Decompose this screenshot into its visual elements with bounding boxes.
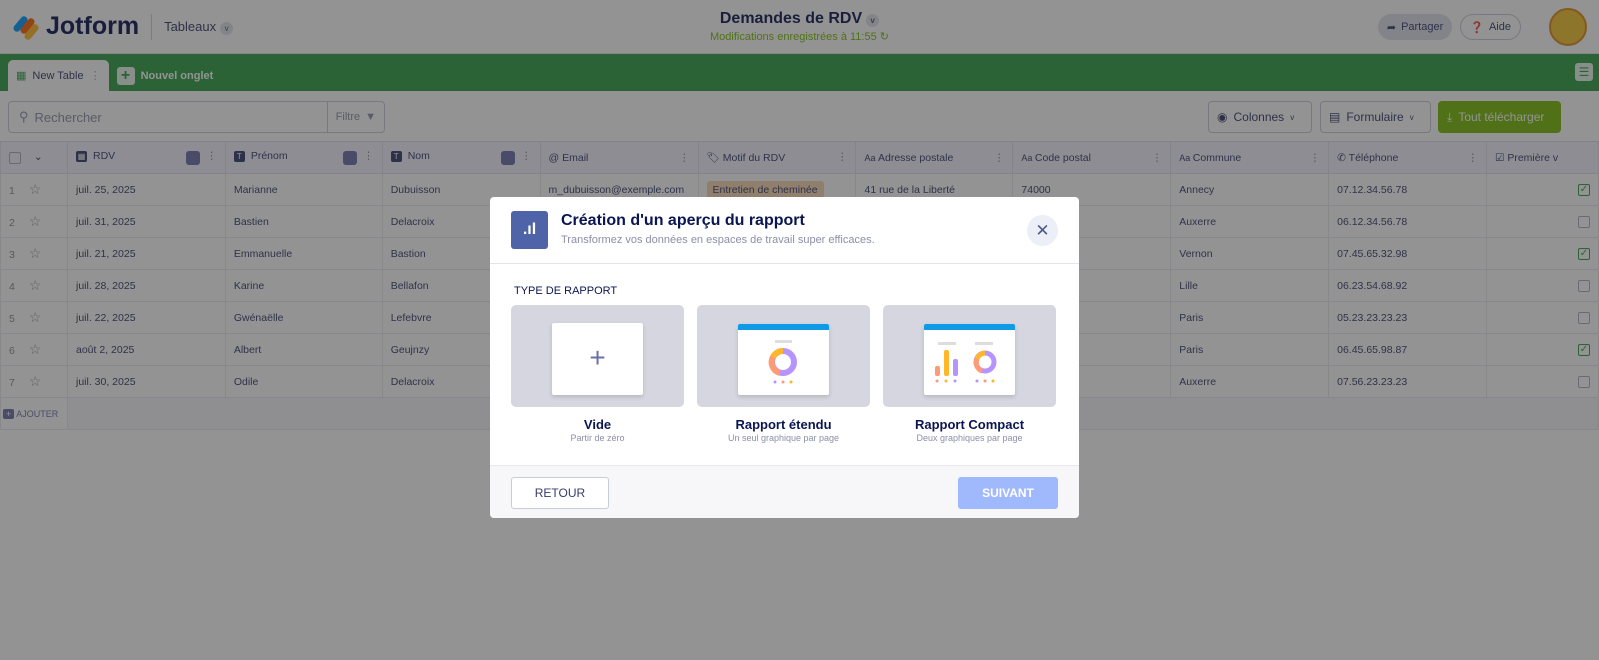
card-subtitle: Deux graphiques par page	[916, 433, 1023, 443]
dialog-title: Création d'un aperçu du rapport	[561, 212, 805, 229]
report-type-compact[interactable]: Rapport Compact Deux graphiques par page	[883, 305, 1056, 443]
card-title: Rapport Compact	[914, 417, 1025, 432]
card-title: Vide	[583, 417, 612, 432]
dialog-subtitle: Transformez vos données en espaces de tr…	[561, 234, 875, 246]
report-chart-icon: .ıl	[511, 211, 548, 249]
bar-and-donut-chart-icon	[935, 342, 997, 383]
close-icon[interactable]: ✕	[1027, 215, 1058, 246]
report-type-extended[interactable]: Rapport étendu Un seul graphique par pag…	[697, 305, 870, 443]
next-button[interactable]: SUIVANT	[958, 477, 1058, 509]
plus-icon: +	[589, 342, 606, 373]
card-subtitle: Un seul graphique par page	[727, 433, 840, 443]
report-type-blank[interactable]: + Vide Partir de zéro	[511, 305, 684, 443]
donut-chart-icon	[768, 340, 797, 384]
report-dialog: .ıl Création d'un aperçu du rapport Tran…	[490, 197, 1079, 518]
back-button[interactable]: RETOUR	[511, 477, 609, 509]
section-label: TYPE DE RAPPORT	[514, 285, 618, 297]
card-title: Rapport étendu	[735, 417, 832, 432]
card-subtitle: Partir de zéro	[570, 433, 625, 443]
